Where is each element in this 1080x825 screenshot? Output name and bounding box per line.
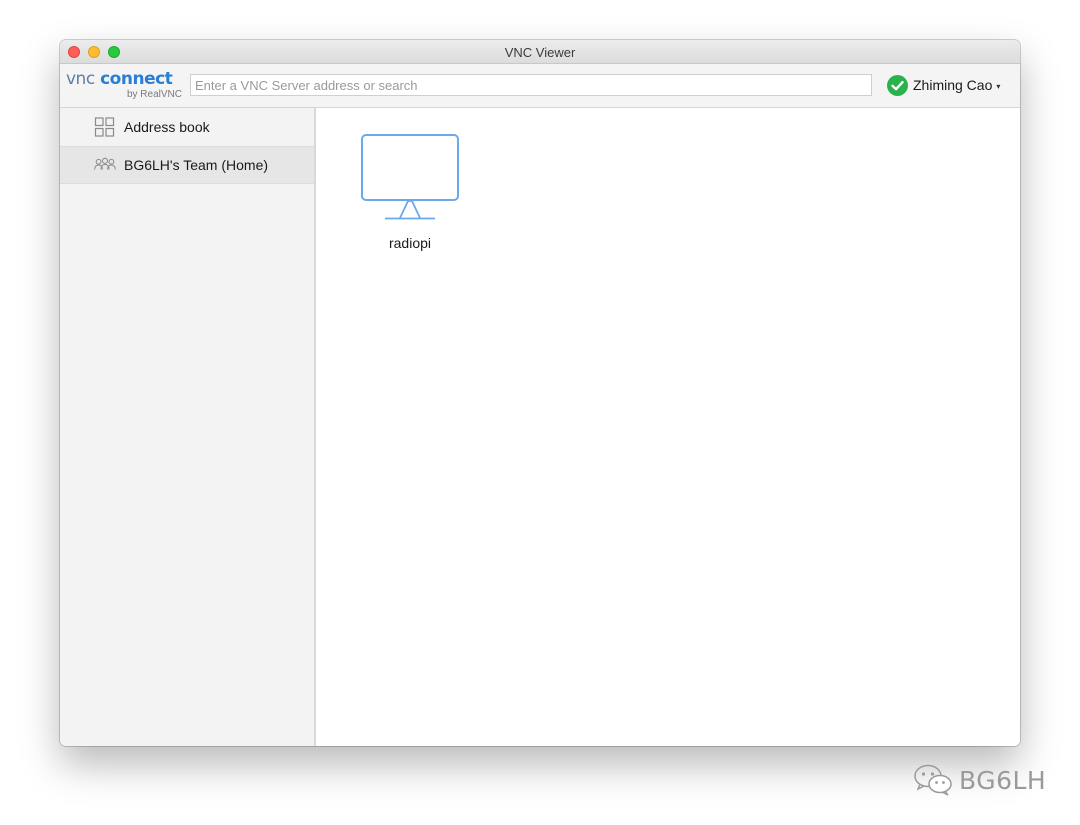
logo-connect-text: connect [100,69,173,89]
wechat-icon [914,764,952,796]
vnc-connect-logo: vnc connect by RealVNC [66,69,182,103]
window-title: VNC Viewer [504,45,576,60]
user-account-menu[interactable]: Zhiming Cao ▾ [887,74,1000,96]
vnc-viewer-window: VNC Viewer vnc connect by RealVNC Zhimin… [60,40,1020,746]
logo-vnc-text: vnc [66,69,95,89]
sidebar-item-label: Address book [124,119,210,135]
watermark: BG6LH [913,763,1046,797]
user-name: Zhiming Cao [913,77,993,93]
server-search-input[interactable] [190,74,872,96]
sidebar-item-address-book[interactable]: Address book [60,108,314,146]
chevron-down-icon: ▾ [996,81,1001,91]
watermark-text: BG6LH [959,765,1047,795]
monitor-icon [361,134,459,220]
computer-name: radiopi [388,235,432,251]
logo-byline: by RealVNC [126,89,182,100]
computer-item-radiopi[interactable]: radiopi [360,134,460,264]
toolbar: vnc connect by RealVNC Zhiming Cao ▾ [60,64,1020,108]
check-circle-icon [887,74,908,96]
computer-grid: radiopi [318,108,1020,746]
sidebar: Address book BG6LH's Team (Home) [60,108,316,746]
sidebar-item-label: BG6LH's Team (Home) [124,157,269,173]
sidebar-item-team[interactable]: BG6LH's Team (Home) [60,146,314,184]
grid-icon [94,117,115,137]
team-icon [94,157,116,170]
title-bar[interactable]: VNC Viewer [60,40,1020,64]
